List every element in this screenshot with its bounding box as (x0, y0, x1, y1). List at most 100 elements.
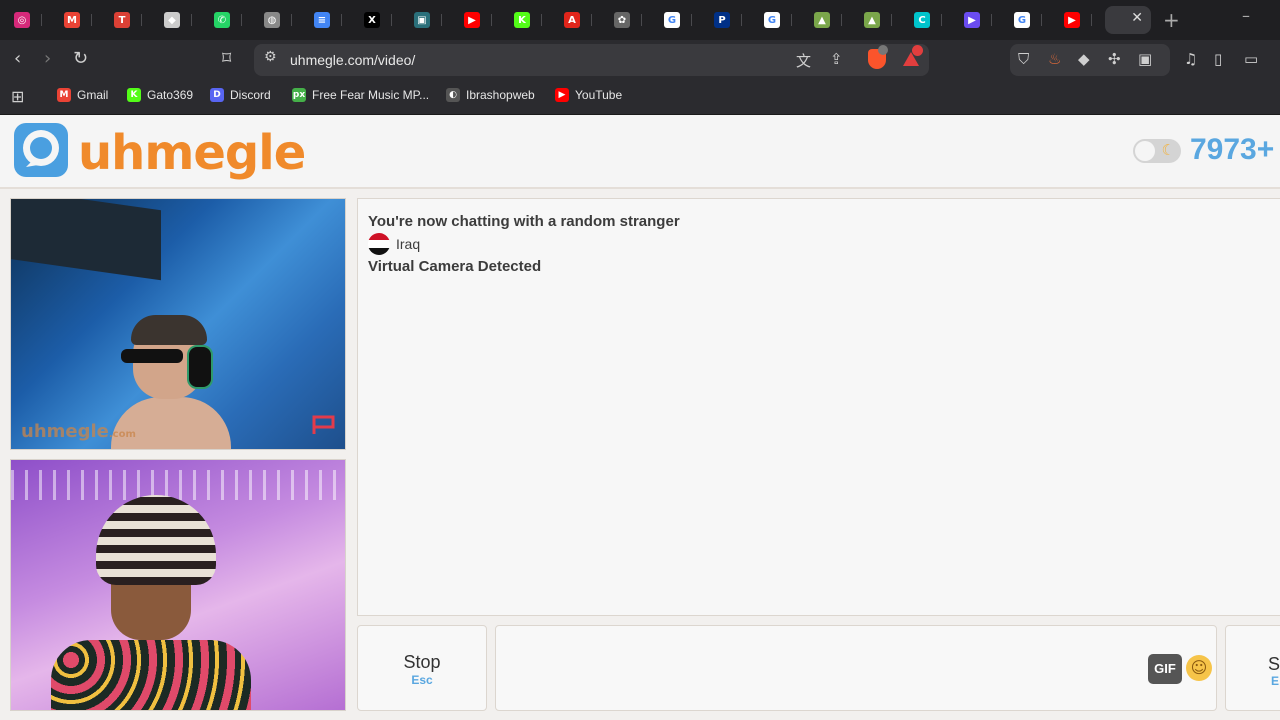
bookmark-favicon-icon: D (210, 88, 224, 102)
site-icon: ▣ (414, 12, 430, 28)
shield-extension-icon[interactable]: ⛉ (1018, 50, 1029, 68)
rewards-badge (912, 45, 923, 56)
watermark-text: uhmegle (21, 421, 109, 442)
browser-tab[interactable]: ▶ (950, 6, 996, 34)
browser-tab[interactable]: ▣ (400, 6, 446, 34)
browser-tab[interactable]: A (550, 6, 596, 34)
gif-button[interactable]: GIF (1148, 654, 1182, 684)
tab-separator (441, 14, 442, 26)
tab-separator (341, 14, 342, 26)
chat-bubble-logo-icon[interactable] (12, 121, 70, 179)
extensions-group: ⛉ ♨ ◆ ✣ ▣ (1010, 44, 1170, 76)
browser-tab[interactable]: ▶ (450, 6, 496, 34)
browser-tab[interactable]: ◍ (250, 6, 296, 34)
youtube-icon: ▶ (464, 12, 480, 28)
puzzle-icon[interactable]: ✣ (1108, 50, 1121, 68)
send-button[interactable]: S E (1225, 625, 1280, 711)
bookmark-favicon-icon: ▶ (555, 88, 569, 102)
fire-extension-icon[interactable]: ♨ (1048, 50, 1061, 68)
adobe-icon: A (564, 12, 580, 28)
url-text[interactable]: uhmegle.com/video/ (290, 52, 415, 68)
stop-shortcut: Esc (411, 673, 433, 687)
tab-separator (691, 14, 692, 26)
site-info-icon[interactable]: ⚙ (264, 49, 277, 65)
tab-separator (941, 14, 942, 26)
tab-separator (741, 14, 742, 26)
bookmark-label: Gmail (77, 88, 109, 102)
tab-separator (591, 14, 592, 26)
report-flag-icon[interactable] (311, 414, 337, 436)
bookmark-icon[interactable]: ⌑ (222, 48, 231, 69)
minimize-button[interactable]: – (1242, 6, 1250, 25)
docs-icon: ≡ (314, 12, 330, 28)
translate-icon[interactable]: 文 (796, 50, 811, 71)
address-bar[interactable]: ⚙ uhmegle.com/video/ 文 ⇪ (254, 44, 929, 76)
share-icon[interactable]: ⇪ (830, 50, 843, 68)
browser-tab[interactable]: M (50, 6, 96, 34)
browser-tab[interactable]: K (500, 6, 546, 34)
music-icon[interactable]: ♫ (1184, 50, 1197, 68)
tab-separator (41, 14, 42, 26)
tab-separator (191, 14, 192, 26)
browser-tab[interactable]: ≡ (300, 6, 346, 34)
dark-mode-toggle[interactable]: ☾ (1133, 139, 1181, 163)
send-label: S (1268, 654, 1280, 674)
stop-button[interactable]: Stop Esc (357, 625, 487, 711)
browser-tab[interactable]: G (750, 6, 796, 34)
browser-tab[interactable]: ◆ (150, 6, 196, 34)
extension-icon: ▲ (814, 12, 830, 28)
extension-icon: ▲ (864, 12, 880, 28)
diamond-extension-icon[interactable]: ◆ (1078, 50, 1090, 68)
forward-icon[interactable]: › (44, 48, 51, 69)
reload-icon[interactable]: ↻ (73, 48, 88, 69)
tab-separator (141, 14, 142, 26)
new-tab-button[interactable]: + (1163, 8, 1180, 32)
bookmark-item[interactable]: px Free Fear Music MP... (292, 88, 429, 102)
bookmark-label: Gato369 (147, 88, 194, 102)
browser-toolbar: ‹ › ↻ ⌑ ⚙ uhmegle.com/video/ 文 ⇪ ⛉ ♨ ◆ ✣… (0, 40, 1280, 80)
bookmark-item[interactable]: M Gmail (57, 88, 108, 102)
browser-tab[interactable]: ✿ (600, 6, 646, 34)
wallet-icon[interactable]: ▭ (1244, 50, 1258, 68)
bookmark-favicon-icon: ◐ (446, 88, 460, 102)
tab-separator (391, 14, 392, 26)
x-icon: X (364, 12, 380, 28)
bookmark-item[interactable]: K Gato369 (127, 88, 193, 102)
close-tab-icon[interactable]: ✕ (1131, 10, 1143, 26)
bookmark-item[interactable]: ◐ Ibrashopweb (446, 88, 535, 102)
self-person (51, 490, 251, 710)
video-watermark: uhmegle.com (21, 421, 136, 442)
browser-tab[interactable]: G (1000, 6, 1046, 34)
country-name: Iraq (396, 236, 421, 252)
youtube-icon: ▶ (1064, 12, 1080, 28)
google-icon: G (1014, 12, 1030, 28)
tab-separator (891, 14, 892, 26)
bookmark-label: Free Fear Music MP... (312, 88, 430, 102)
browser-tab[interactable]: ✆ (200, 6, 246, 34)
browser-tab[interactable]: ◎ (0, 6, 46, 34)
tab-separator (491, 14, 492, 26)
browser-tab[interactable]: X (350, 6, 396, 34)
sidebar-icon[interactable]: ▯ (1214, 50, 1222, 68)
browser-tab[interactable]: ▲ (850, 6, 896, 34)
globe-icon: ◍ (264, 12, 280, 28)
browser-tab[interactable]: P (700, 6, 746, 34)
bookmarks-bar: ⊞ M Gmail K Gato369 D Discord px Free Fear Musi… (0, 80, 1280, 115)
browser-tab[interactable]: ▶ (1050, 6, 1096, 34)
site-logo-text[interactable]: uhmegle (78, 125, 306, 181)
browser-tab[interactable]: G (650, 6, 696, 34)
screenshot-icon[interactable]: ▣ (1138, 50, 1152, 68)
emoji-icon[interactable]: ☺ (1186, 655, 1212, 681)
stranger-video: uhmegle.com (10, 198, 346, 450)
back-icon[interactable]: ‹ (14, 48, 21, 69)
message-input[interactable]: GIF ☺ (495, 625, 1217, 711)
active-tab[interactable]: ✕ (1105, 6, 1151, 34)
browser-tab[interactable]: T (100, 6, 146, 34)
bookmark-item[interactable]: ▶ YouTube (555, 88, 622, 102)
apps-grid-icon[interactable]: ⊞ (11, 87, 24, 106)
browser-tab[interactable]: ▲ (800, 6, 846, 34)
instagram-icon: ◎ (14, 12, 30, 28)
bookmark-item[interactable]: D Discord (210, 88, 271, 102)
browser-tab[interactable]: C (900, 6, 946, 34)
video-icon: ▶ (964, 12, 980, 28)
